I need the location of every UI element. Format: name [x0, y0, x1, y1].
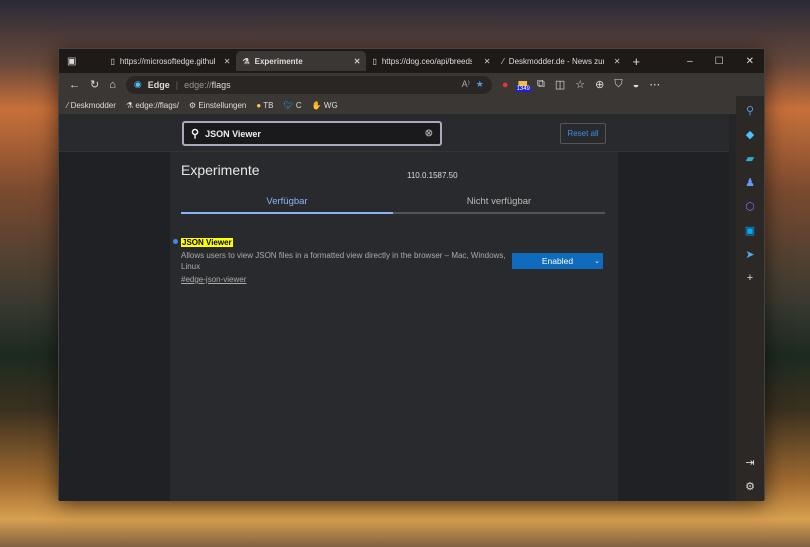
bookmark-flags[interactable]: ⚗ edge://flags/: [126, 101, 179, 110]
flags-header: ⚲ JSON Viewer ⊗ Reset all: [59, 114, 738, 152]
close-window-icon[interactable]: ✕: [746, 56, 754, 67]
outlook-icon[interactable]: ▣: [745, 224, 755, 237]
extension-badge-icon[interactable]: ▆ 1349: [515, 78, 531, 92]
bookmark-wg[interactable]: ✋ WG: [312, 101, 338, 110]
close-tab-icon[interactable]: ✕: [484, 57, 491, 66]
favorites-icon[interactable]: ☆: [575, 78, 585, 91]
tab-nicht-verfuegbar[interactable]: Nicht verfügbar: [393, 190, 605, 214]
browser-window: ▣ ▯https://microsoftedge.github.io✕ ⚗Exp…: [58, 48, 765, 501]
edge-logo-icon: ◉: [133, 79, 142, 89]
address-bar[interactable]: ◉ Edge | edge://flags A⁾ ★: [125, 75, 492, 94]
chevron-down-icon: ⌄: [594, 258, 600, 265]
games-icon[interactable]: ⬡: [745, 200, 755, 213]
add-icon[interactable]: +: [747, 272, 753, 284]
shopping-tag-icon[interactable]: ◆: [746, 128, 754, 141]
version-label: 110.0.1587.50: [407, 171, 458, 180]
deskmodder-icon: ⁄: [502, 56, 504, 66]
back-icon[interactable]: ←: [69, 79, 80, 91]
tab-bar: ▣ ▯https://microsoftedge.github.io✕ ⚗Exp…: [59, 49, 764, 73]
flag-state-select[interactable]: Enabled ⌄: [512, 253, 603, 269]
home-icon[interactable]: ⌂: [109, 79, 116, 91]
clear-search-icon[interactable]: ⊗: [425, 128, 433, 139]
maximize-icon[interactable]: ☐: [715, 56, 724, 67]
tab-deskmodder[interactable]: ⁄ Deskmodder.de - News zum ✕: [496, 51, 626, 71]
telegram-icon[interactable]: ➤: [745, 248, 754, 261]
edge-sidebar: ⚲ ◆ ▰ ♟ ⬡ ▣ ➤ + ⇥ ⚙: [736, 96, 764, 501]
close-tab-icon[interactable]: ✕: [224, 57, 231, 66]
search-icon[interactable]: ⚲: [746, 104, 754, 117]
tools-icon[interactable]: ▰: [746, 152, 754, 165]
refresh-icon[interactable]: ↻: [90, 78, 99, 91]
profile-avatar[interactable]: ◒: [633, 79, 640, 91]
settings-icon[interactable]: ⚙: [745, 480, 755, 493]
favorite-star-icon[interactable]: ★: [476, 79, 484, 90]
tab-experimente[interactable]: ⚗ Experimente ✕: [236, 51, 367, 71]
flask-icon: ⚗: [242, 56, 250, 66]
read-aloud-icon[interactable]: A⁾: [462, 79, 470, 90]
new-tab-icon[interactable]: +: [626, 54, 646, 69]
hide-sidebar-icon[interactable]: ⇥: [745, 456, 754, 469]
bookmark-c[interactable]: 🐦︎ C: [284, 101, 302, 110]
search-flags-input[interactable]: ⚲ JSON Viewer ⊗: [182, 121, 442, 146]
flag-name: JSON Viewer: [181, 238, 233, 247]
page-title: Experimente: [181, 162, 260, 178]
flag-link[interactable]: #edge-json-viewer: [181, 275, 613, 284]
address-bar-row: ← ↻ ⌂ ◉ Edge | edge://flags A⁾ ★ ● ▆ 1349 …: [59, 73, 764, 96]
extension-red-icon[interactable]: ●: [502, 79, 509, 91]
bookmark-einstellungen[interactable]: ⚙ Einstellungen: [189, 101, 246, 110]
people-icon[interactable]: ♟: [745, 176, 755, 189]
more-icon[interactable]: ⋯: [649, 78, 660, 91]
flag-entry: JSON Viewer Allows users to view JSON fi…: [173, 237, 613, 284]
split-screen-icon[interactable]: ◫: [555, 78, 565, 91]
flags-column: Experimente 110.0.1587.50 Verfügbar Nich…: [170, 152, 618, 501]
flag-description: Allows users to view JSON files in a for…: [181, 251, 506, 271]
flag-modified-dot: [173, 239, 178, 244]
browser-essentials-icon[interactable]: ⛉: [614, 78, 622, 91]
tab-dog-ceo[interactable]: ▯ https://dog.ceo/api/breeds/l ✕: [366, 51, 496, 71]
page-icon: ▯: [372, 56, 377, 66]
reset-all-button[interactable]: Reset all: [560, 123, 606, 144]
bookmark-deskmodder[interactable]: ⁄ Deskmodder: [67, 101, 116, 110]
search-icon: ⚲: [191, 128, 200, 140]
bookmark-tb[interactable]: ● TB: [256, 101, 273, 110]
minimize-icon[interactable]: –: [687, 56, 693, 67]
extensions-icon[interactable]: ⧉: [537, 78, 545, 91]
close-tab-icon[interactable]: ✕: [354, 57, 361, 66]
flags-page: ⚲ JSON Viewer ⊗ Reset all Experimente 11…: [59, 114, 738, 501]
tab-verfuegbar[interactable]: Verfügbar: [181, 190, 393, 214]
collections-icon[interactable]: ⊕: [595, 78, 604, 91]
tab-microsoftedge[interactable]: ▯https://microsoftedge.github.io✕: [104, 51, 236, 71]
page-icon: ▯: [110, 56, 115, 66]
tab-actions-icon[interactable]: ▣: [59, 56, 84, 67]
bookmarks-bar: ⁄ Deskmodder ⚗ edge://flags/ ⚙ Einstellu…: [59, 96, 764, 114]
close-tab-icon[interactable]: ✕: [614, 57, 621, 66]
